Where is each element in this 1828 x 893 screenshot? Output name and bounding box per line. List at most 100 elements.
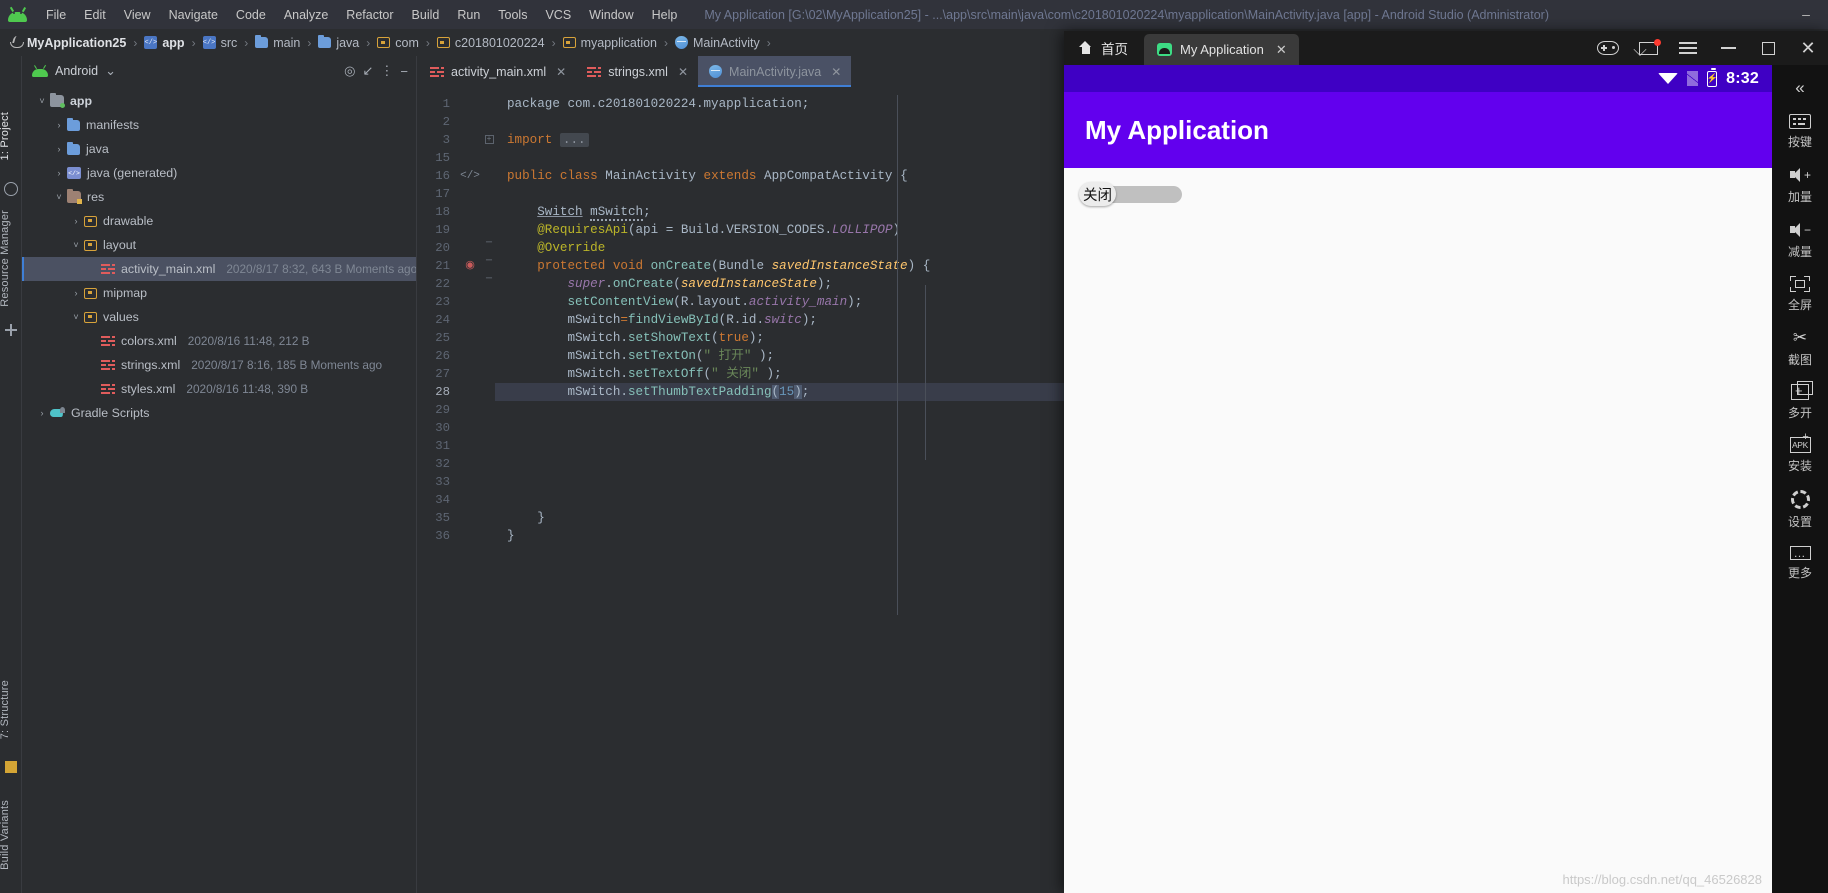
menu-refactor[interactable]: Refactor: [337, 5, 402, 25]
chevron-down-icon[interactable]: ˅: [51, 192, 67, 202]
breadcrumb-item-app[interactable]: app: [142, 36, 186, 50]
target-icon[interactable]: ◎: [344, 63, 355, 79]
breadcrumb-item-src[interactable]: src: [201, 36, 240, 50]
minimize-button[interactable]: [1708, 31, 1748, 65]
more-options-icon[interactable]: ⋮: [380, 63, 393, 79]
rail-project-button[interactable]: 1: Project: [0, 108, 11, 164]
chevron-down-icon[interactable]: ⌄: [105, 63, 116, 79]
menu-code[interactable]: Code: [227, 5, 275, 25]
rail-build-variants-button[interactable]: Build Variants: [0, 796, 11, 874]
chevron-right-icon[interactable]: ›: [68, 288, 84, 298]
maximize-button[interactable]: [1748, 31, 1788, 65]
tree-item-manifests[interactable]: › manifests: [22, 113, 416, 137]
chevron-down-icon[interactable]: ˅: [68, 240, 84, 250]
menu-tools[interactable]: Tools: [489, 5, 536, 25]
tree-item-java-generated-[interactable]: › java (generated): [22, 161, 416, 185]
fold-icon[interactable]: ─: [483, 270, 495, 288]
emulator-app-tab[interactable]: My Application ✕: [1144, 34, 1299, 65]
close-icon[interactable]: ✕: [678, 65, 688, 79]
rail-resource-manager-button[interactable]: Resource Manager: [0, 206, 11, 311]
chevron-down-icon[interactable]: ˅: [68, 312, 84, 322]
menu-help[interactable]: Help: [643, 5, 687, 25]
fold-icon[interactable]: ─: [483, 252, 495, 270]
menu-run[interactable]: Run: [448, 5, 489, 25]
emulator-body: 8:32 My Application 关闭 https://blog.csdn…: [1064, 65, 1828, 893]
side-tool-volume-up[interactable]: + 加量: [1772, 157, 1828, 212]
tree-item-java[interactable]: › java: [22, 137, 416, 161]
gamepad-button[interactable]: [1588, 31, 1628, 65]
project-view-selector-label[interactable]: Android: [55, 64, 98, 78]
tree-item-activity-main-xml[interactable]: activity_main.xml 2020/8/17 8:32, 643 B M…: [22, 257, 416, 281]
fold-icon[interactable]: ─: [483, 234, 495, 252]
side-tool-screenshot[interactable]: ✂ 截图: [1772, 320, 1828, 375]
fold-import-icon[interactable]: +: [484, 135, 494, 144]
layout-inspector-icon[interactable]: [5, 324, 17, 336]
tab-strings-xml[interactable]: strings.xml ✕: [576, 56, 698, 87]
chevron-right-icon[interactable]: ›: [51, 168, 67, 178]
tab-mainactivity-java[interactable]: MainActivity.java ✕: [698, 56, 852, 87]
home-icon: [1078, 41, 1093, 55]
side-tool-fullscreen[interactable]: 全屏: [1772, 267, 1828, 320]
collapse-all-icon[interactable]: ↙: [363, 63, 374, 79]
code-folding-gutter[interactable]: + ─ ─ ─: [483, 87, 495, 893]
menu-button[interactable]: [1668, 31, 1708, 65]
side-tool-more[interactable]: … 更多: [1772, 537, 1828, 588]
tab-activity-main-xml[interactable]: activity_main.xml ✕: [419, 56, 576, 87]
close-icon[interactable]: ✕: [556, 65, 566, 79]
chevron-right-icon[interactable]: ›: [68, 216, 84, 226]
tree-item-layout[interactable]: ˅ layout: [22, 233, 416, 257]
mail-button[interactable]: [1628, 31, 1668, 65]
menu-analyze[interactable]: Analyze: [275, 5, 337, 25]
run-breakpoint-icon[interactable]: ◉: [457, 257, 483, 275]
tree-item-label: drawable: [103, 214, 154, 228]
tree-item-values[interactable]: ˅ values: [22, 305, 416, 329]
favorites-icon[interactable]: [4, 182, 18, 196]
breadcrumb-item-project[interactable]: MyApplication25: [8, 36, 128, 50]
minimize-icon[interactable]: –: [1784, 0, 1828, 29]
breadcrumb-item-main[interactable]: main: [253, 35, 302, 50]
close-icon[interactable]: ✕: [1276, 42, 1287, 58]
breadcrumb-item-package[interactable]: c201801020224: [435, 36, 547, 50]
hide-panel-icon[interactable]: −: [400, 64, 408, 79]
menu-window[interactable]: Window: [580, 5, 642, 25]
tree-item-drawable[interactable]: › drawable: [22, 209, 416, 233]
side-tool-install-apk[interactable]: APK 安装: [1772, 428, 1828, 481]
close-button[interactable]: ✕: [1788, 31, 1828, 65]
more-icon: …: [1789, 546, 1811, 560]
tree-item-colors-xml[interactable]: colors.xml 2020/8/16 11:48, 212 B: [22, 329, 416, 353]
menu-edit[interactable]: Edit: [75, 5, 115, 25]
side-tool-multi-instance[interactable]: 多开: [1772, 375, 1828, 428]
tree-item-res[interactable]: ˅ res: [22, 185, 416, 209]
volume-up-icon: +: [1789, 166, 1811, 184]
side-tool-volume-down[interactable]: − 减量: [1772, 212, 1828, 267]
tree-item-gradle-scripts[interactable]: › Gradle Scripts: [22, 401, 416, 425]
breadcrumb-label: MainActivity: [693, 35, 760, 50]
menu-vcs[interactable]: VCS: [536, 5, 580, 25]
switch-widget[interactable]: 关闭: [1079, 182, 1182, 206]
side-tool-keyboard[interactable]: 按键: [1772, 105, 1828, 157]
phone-screen[interactable]: 8:32 My Application 关闭 https://blog.csdn…: [1064, 65, 1772, 893]
menu-file[interactable]: File: [37, 5, 75, 25]
tree-item-strings-xml[interactable]: strings.xml 2020/8/17 8:16, 185 B Moments…: [22, 353, 416, 377]
tree-item-styles-xml[interactable]: styles.xml 2020/8/16 11:48, 390 B: [22, 377, 416, 401]
emulator-home-tab[interactable]: 首页: [1064, 31, 1144, 65]
side-tool-settings[interactable]: 设置: [1772, 481, 1828, 537]
menu-build[interactable]: Build: [403, 5, 449, 25]
override-marker-icon[interactable]: </>: [457, 167, 483, 185]
chevron-right-icon[interactable]: ›: [51, 144, 67, 154]
menu-view[interactable]: View: [115, 5, 160, 25]
collapse-left-icon[interactable]: «: [1772, 71, 1828, 105]
switch-thumb[interactable]: 关闭: [1079, 182, 1116, 206]
tree-item-app[interactable]: ˅ app: [22, 89, 416, 113]
menu-navigate[interactable]: Navigate: [160, 5, 227, 25]
breadcrumb-item-com[interactable]: com: [375, 36, 421, 50]
chevron-down-icon[interactable]: ˅: [34, 96, 50, 106]
chevron-right-icon[interactable]: ›: [51, 120, 67, 130]
tree-item-mipmap[interactable]: › mipmap: [22, 281, 416, 305]
breadcrumb-item-myapplication[interactable]: myapplication: [561, 36, 659, 50]
chevron-right-icon[interactable]: ›: [34, 408, 50, 418]
close-icon[interactable]: ✕: [831, 65, 841, 79]
breadcrumb-item-mainactivity[interactable]: MainActivity: [673, 36, 762, 50]
rail-structure-button[interactable]: 7: Structure: [0, 676, 11, 743]
breadcrumb-item-java[interactable]: java: [316, 35, 361, 50]
